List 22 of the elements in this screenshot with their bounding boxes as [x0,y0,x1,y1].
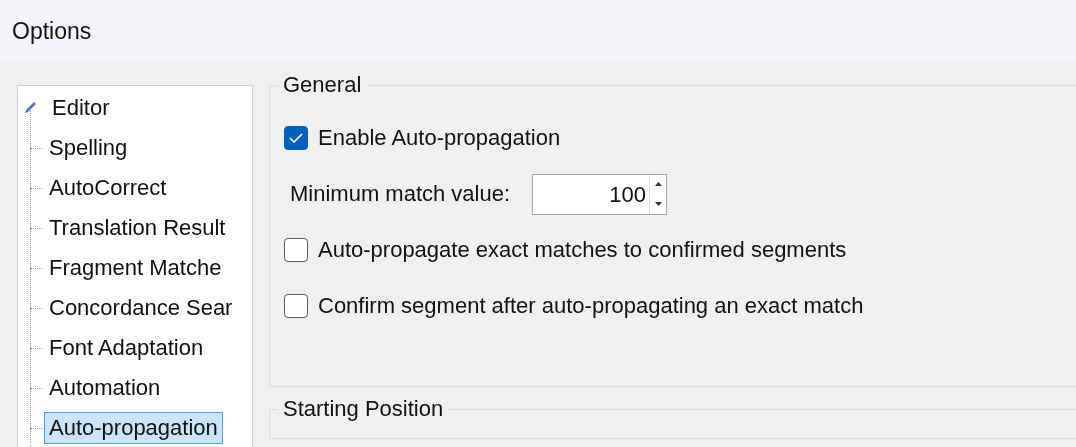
up-arrow-icon[interactable] [654,182,662,187]
checkbox-label: Confirm segment after auto-propagating an exact match [318,293,864,319]
checkbox-label: Enable Auto-propagation [318,125,561,151]
checkbox[interactable] [284,294,308,318]
tree-item[interactable]: Auto-propagation [44,412,223,444]
tree-item[interactable]: Translation Result [44,212,231,244]
check-icon [289,133,303,143]
pencil-icon [23,101,37,115]
tree-item[interactable]: Fragment Matche [44,252,227,284]
checkbox-label: Auto-propagate exact matches to confirmed segments [318,237,847,263]
tree-item[interactable]: Concordance Sear [44,292,238,324]
tree-item[interactable]: Spelling [44,132,133,164]
down-arrow-icon[interactable] [654,201,662,206]
checkbox[interactable] [284,238,308,262]
tree-item[interactable]: Font Adaptation [44,332,209,364]
checkbox[interactable] [284,126,308,150]
tree-item[interactable]: Editor [47,92,115,124]
tree-item[interactable]: Automation [44,372,166,404]
field-label: Minimum match value: [290,181,511,207]
window-title: Options [12,17,92,45]
number-spinner[interactable]: 100 [532,173,668,215]
tree-item[interactable]: AutoCorrect [44,172,172,204]
